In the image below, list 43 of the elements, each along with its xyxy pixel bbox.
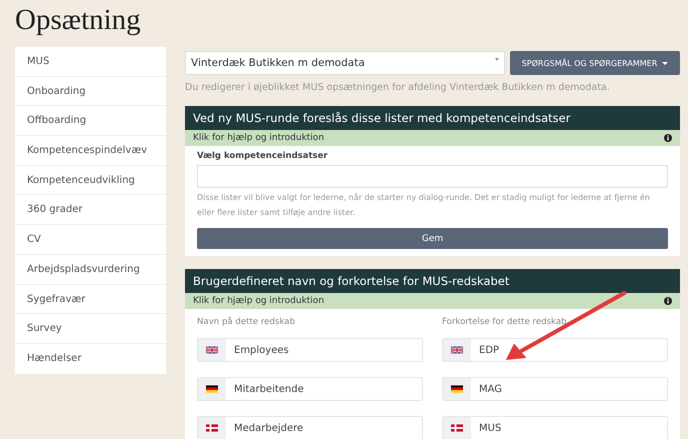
sidebar-item[interactable]: Sygefravær xyxy=(15,284,166,314)
flag-icon xyxy=(451,385,463,393)
sidebar-item[interactable]: 360 grader xyxy=(15,195,166,226)
sidebar-item[interactable]: CV xyxy=(15,225,166,255)
flag-icon xyxy=(206,385,218,393)
flag-icon xyxy=(206,346,218,354)
save-button[interactable]: Gem xyxy=(197,228,668,249)
sidebar-item[interactable]: Kompetencespindelvæv xyxy=(15,136,166,166)
input-field[interactable]: MAG xyxy=(442,377,668,401)
competence-input-field[interactable] xyxy=(197,165,668,188)
flag-icon xyxy=(451,424,463,432)
help-link[interactable]: Klik for hjælp og introduktion xyxy=(193,133,324,143)
sidebar-item[interactable]: MUS xyxy=(15,47,166,77)
sidebar-item[interactable]: Survey xyxy=(15,314,166,344)
sidebar-item[interactable]: Onboarding xyxy=(15,76,166,106)
description-text: Disse lister vil blive valgt for lederne, når de starter ny dialog-runde. Det er stadig muligt for lederne at fjerne én eller flere lister samt tilføje andre lister. xyxy=(197,192,651,219)
input-field[interactable]: Mitarbeitende xyxy=(197,377,423,401)
questions-dropdown-button[interactable]: SPØRGSMÅL OG SPØRGERAMMER xyxy=(510,51,680,75)
input-field[interactable]: Employees xyxy=(197,338,423,362)
input-field[interactable]: EDP xyxy=(442,338,668,362)
caret-icon xyxy=(495,58,499,60)
info-text: Du redigerer i øjeblikket MUS opsætningen for afdeling Vinterdæk Butikken m demodata. xyxy=(185,82,611,93)
help-bar[interactable]: Klik for hjælp og introduktion xyxy=(185,130,680,146)
help-link[interactable]: Klik for hjælp og introduktion xyxy=(193,296,324,306)
input-field[interactable]: Medarbejdere xyxy=(197,416,423,439)
info-icon xyxy=(664,297,672,305)
flag-icon xyxy=(206,424,218,432)
sidebar-item[interactable]: Arbejdspladsvurdering xyxy=(15,254,166,284)
page-title: Opsætning xyxy=(15,3,142,38)
panel-header: Ved ny MUS-runde foreslås disse lister med kompetenceindsatser xyxy=(185,106,680,130)
sidebar-item[interactable]: Offboarding xyxy=(15,106,166,136)
caret-icon xyxy=(662,62,668,64)
field-label: Forkortelse for dette redskab xyxy=(442,317,568,327)
sidebar-item[interactable]: Hændelser xyxy=(15,344,166,374)
sidebar-item[interactable]: Kompetenceudvikling xyxy=(15,166,166,196)
input-field[interactable]: MUS xyxy=(442,416,668,439)
flag-icon xyxy=(451,346,463,354)
field-label: Vælg kompetenceindsatser xyxy=(197,151,329,161)
field-label: Navn på dette redskab xyxy=(197,317,296,327)
panel-header: Brugerdefineret navn og forkortelse for MUS-redskabet xyxy=(185,269,680,293)
help-bar[interactable]: Klik for hjælp og introduktion xyxy=(185,293,680,309)
department-select[interactable]: Vinterdæk Butikken m demodata xyxy=(185,51,505,75)
info-icon xyxy=(664,134,672,142)
